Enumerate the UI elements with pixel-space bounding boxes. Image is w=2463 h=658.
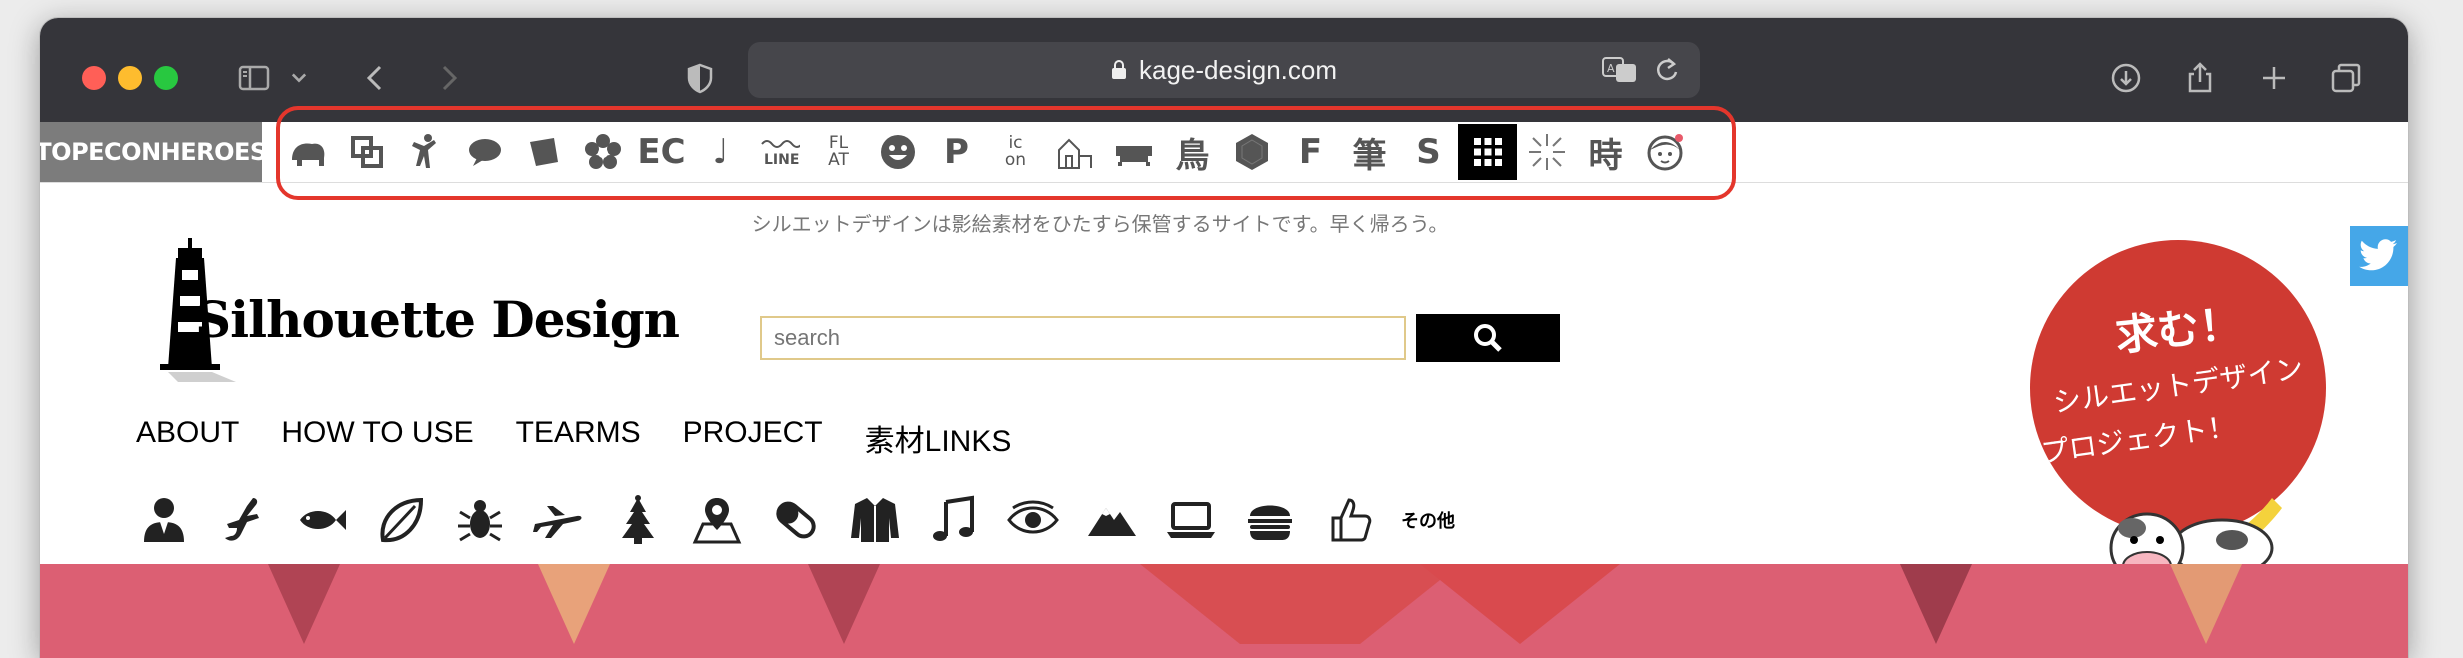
minimize-window-button[interactable]	[118, 66, 142, 90]
person-icon[interactable]	[124, 488, 203, 552]
twitter-button[interactable]	[2350, 226, 2408, 286]
address-bar[interactable]: kage-design.com A	[748, 42, 1700, 98]
mountain-icon[interactable]	[1072, 488, 1151, 552]
bug-icon[interactable]	[440, 488, 519, 552]
burger-icon[interactable]	[1230, 488, 1309, 552]
back-arrow-icon[interactable]	[352, 54, 400, 102]
highlight-box	[276, 106, 1736, 200]
nav-link-4[interactable]: 素材LINKS	[865, 416, 1012, 460]
laptop-icon[interactable]	[1151, 488, 1230, 552]
christmas-tree-icon[interactable]	[598, 488, 677, 552]
search-input[interactable]	[760, 316, 1406, 360]
browser-window: kage-design.com A TOPECONHEROES EC ♩ LINE F…	[40, 18, 2408, 658]
pill-icon[interactable]	[756, 488, 835, 552]
fish-icon[interactable]	[282, 488, 361, 552]
nav-link-0[interactable]: ABOUT	[136, 416, 239, 460]
topecon-heroes-logo[interactable]: TOPECONHEROES	[40, 122, 267, 182]
hero-banner	[40, 564, 2408, 658]
lock-icon	[1112, 60, 1126, 79]
reload-icon[interactable]	[1654, 56, 1680, 84]
url-text: kage-design.com	[1139, 54, 1337, 85]
translate-icon[interactable]: A	[1602, 57, 1638, 83]
thumbs-up-icon[interactable]	[1309, 488, 1388, 552]
airplane-icon[interactable]	[519, 488, 598, 552]
site-logo-text[interactable]: Silhouette Design	[195, 290, 680, 349]
sidebar-toggle-icon[interactable]	[230, 54, 278, 102]
privacy-shield-icon[interactable]	[676, 54, 724, 102]
leaf-icon[interactable]	[361, 488, 440, 552]
search-button[interactable]	[1416, 314, 1560, 362]
new-tab-plus-icon[interactable]	[2250, 54, 2298, 102]
close-window-button[interactable]	[82, 66, 106, 90]
zoom-window-button[interactable]	[154, 66, 178, 90]
nav-link-3[interactable]: PROJECT	[683, 416, 823, 460]
eye-icon[interactable]	[993, 488, 1072, 552]
chevron-down-icon[interactable]	[284, 54, 314, 102]
main-nav: ABOUT HOW TO USE TEARMS PROJECT 素材LINKS	[136, 416, 1011, 460]
jacket-icon[interactable]	[835, 488, 914, 552]
category-icons: その他	[124, 488, 1468, 552]
search-icon	[1474, 324, 1502, 352]
category-other-link[interactable]: その他	[1388, 488, 1468, 552]
download-icon[interactable]	[2102, 54, 2150, 102]
forward-arrow-icon[interactable]	[424, 54, 472, 102]
music-notes-icon[interactable]	[914, 488, 993, 552]
nav-link-1[interactable]: HOW TO USE	[281, 416, 473, 460]
share-icon[interactable]	[2176, 54, 2224, 102]
nav-link-2[interactable]: TEARMS	[516, 416, 641, 460]
tab-overview-icon[interactable]	[2322, 54, 2370, 102]
lizard-icon[interactable]	[203, 488, 282, 552]
map-pin-icon[interactable]	[677, 488, 756, 552]
svg-text:A: A	[1607, 62, 1615, 75]
site-tagline: シルエットデザインは影絵素材をひたすら保管するサイトです。早く帰ろう。	[751, 212, 1449, 236]
twitter-bird-icon	[2359, 239, 2397, 271]
